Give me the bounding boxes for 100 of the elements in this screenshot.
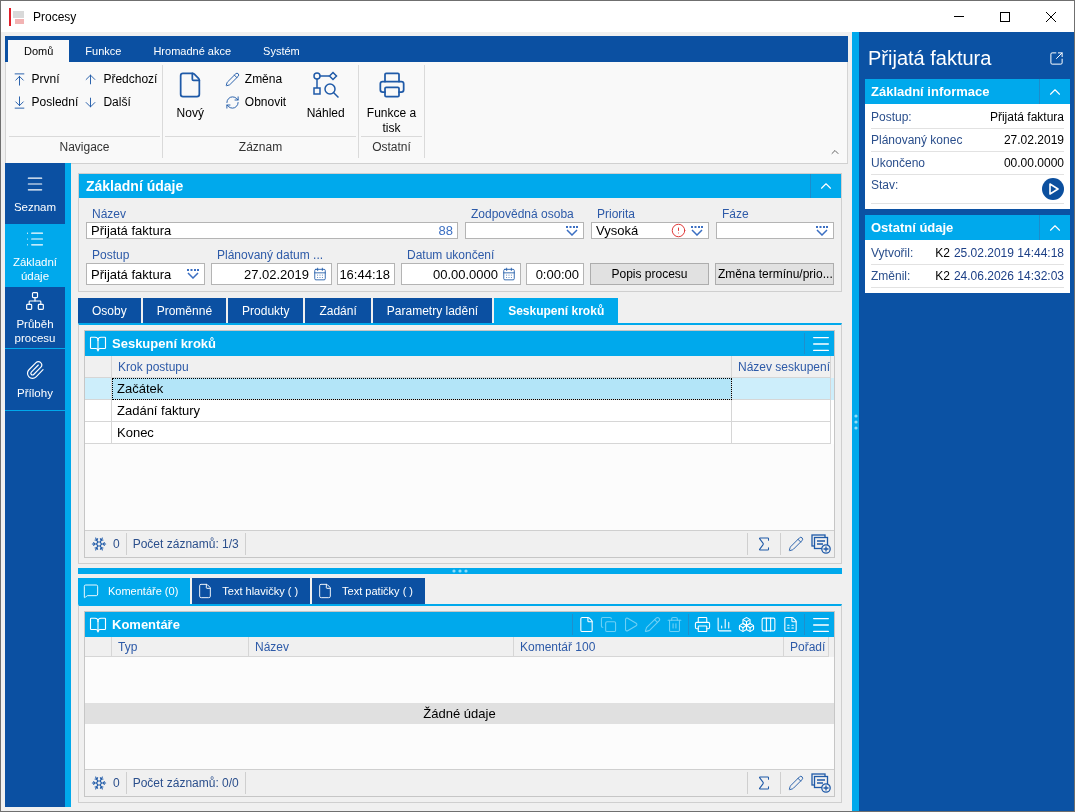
ribbon-button[interactable]: Obnovit — [222, 91, 289, 113]
field-value: 16:44:18 — [339, 266, 390, 282]
record-count: Počet záznamů: 1/3 — [132, 537, 239, 551]
cubes-icon[interactable] — [738, 616, 755, 633]
diagram-search-icon — [311, 71, 340, 99]
calendar-icon[interactable] — [502, 267, 516, 281]
user-name: K2 — [935, 269, 950, 283]
external-link-icon[interactable] — [1049, 50, 1064, 66]
dropdown-field[interactable] — [716, 222, 834, 239]
table-row[interactable]: Konec — [85, 422, 834, 444]
columns-icon[interactable] — [760, 616, 777, 633]
tab[interactable]: Osoby — [78, 298, 141, 323]
column-header[interactable]: Komentář 100 — [514, 637, 784, 657]
tab[interactable]: Produkty — [228, 298, 304, 323]
add-table-icon[interactable] — [811, 534, 831, 554]
pencil-icon — [224, 71, 240, 87]
comment-icon — [83, 583, 99, 599]
action-button[interactable]: Popis procesu — [590, 263, 709, 285]
ribbon-button[interactable]: Další — [81, 91, 160, 113]
pencil-icon[interactable] — [788, 536, 804, 552]
table-row[interactable]: Začátek — [85, 378, 834, 400]
snowflake-icon[interactable] — [91, 775, 107, 791]
page-icon — [197, 583, 214, 599]
ribbon-tab[interactable]: Hromadné akce — [137, 40, 248, 62]
grip-dots-icon[interactable] — [452, 569, 468, 573]
play-circle-icon[interactable] — [1042, 178, 1064, 200]
spreadsheet-icon[interactable] — [782, 616, 799, 633]
add-table-icon[interactable] — [811, 773, 831, 793]
field-value: Přijatá faktura — [91, 266, 172, 282]
date-field[interactable]: 27.02.2019 — [211, 263, 332, 285]
field-label: Plánovaný datum ... — [217, 247, 324, 263]
snowflake-icon[interactable] — [91, 536, 107, 552]
info-label: Vytvořil: — [871, 246, 914, 260]
user-name: K2 — [935, 246, 950, 260]
ribbon-button[interactable]: Nový — [172, 65, 209, 136]
info-label: Ukončeno — [871, 156, 926, 170]
dropdown-field[interactable]: Vysoká — [591, 222, 709, 239]
tab[interactable]: Zadání — [305, 298, 371, 323]
ribbon-group-label: Ostatní — [361, 136, 422, 158]
column-header[interactable]: Krok postupu — [112, 356, 732, 378]
pencil-icon[interactable] — [788, 775, 804, 791]
card-title: Ostatní údaje — [871, 220, 954, 235]
ribbon-button[interactable]: První — [9, 68, 81, 90]
time-field[interactable]: 0:00:00 — [526, 263, 584, 285]
empty-message: Žádné údaje — [85, 703, 834, 724]
info-value: 00.00.0000 — [1003, 156, 1064, 170]
book-icon[interactable] — [89, 334, 107, 353]
book-icon[interactable] — [89, 615, 107, 634]
bar-chart-icon[interactable] — [716, 616, 733, 633]
ribbon-group-label: Záznam — [165, 136, 356, 158]
field-value: Přijatá faktura — [91, 223, 172, 238]
input-field[interactable]: Přijatá faktura 88 — [86, 222, 458, 239]
ribbon-button[interactable]: Funkce a tisk — [361, 65, 422, 136]
info-label: Postup: — [871, 110, 912, 124]
field-value: 00.00.0000 — [432, 266, 498, 282]
time-field[interactable]: 16:44:18 — [337, 263, 395, 285]
dropdown-field[interactable] — [465, 222, 584, 239]
info-value: 27.02.2019 — [1003, 133, 1064, 147]
field-label: Datum ukončení — [407, 247, 495, 263]
ribbon-button[interactable]: Náhled — [302, 65, 349, 136]
column-header[interactable]: Název — [249, 637, 514, 657]
table-row[interactable]: Zadání faktury — [85, 400, 834, 422]
info-label: Stav: — [871, 178, 899, 192]
printer-icon[interactable] — [694, 616, 711, 633]
ribbon-group-label: Navigace — [9, 136, 160, 158]
chevron-down-icon[interactable] — [565, 225, 579, 236]
ribbon-button[interactable]: Předchozí — [81, 68, 160, 90]
filter-count: 0 — [113, 776, 120, 790]
filter-count: 0 — [113, 537, 120, 551]
calendar-icon[interactable] — [313, 267, 327, 281]
field-value: Vysoká — [596, 223, 639, 238]
ribbon-button[interactable]: Poslední — [9, 91, 81, 113]
field-label: Zodpovědná osoba — [471, 206, 574, 222]
tab[interactable]: Text hlavičky ( ) — [192, 578, 311, 604]
action-button[interactable]: Změna termínu/prio... — [715, 263, 834, 285]
page-icon — [317, 583, 334, 599]
chevron-down-icon[interactable] — [186, 269, 200, 279]
document-icon[interactable] — [578, 616, 595, 633]
dropdown-field[interactable]: Přijatá faktura — [86, 263, 205, 285]
date-field[interactable]: 00.00.0000 — [401, 263, 521, 285]
column-header[interactable]: Název seskupení — [732, 356, 831, 378]
ribbon-tab[interactable]: Systém — [247, 40, 316, 62]
timestamp: 25.02.2019 14:44:18 — [953, 246, 1064, 260]
ribbon-button[interactable]: Změna — [222, 68, 289, 90]
column-header[interactable]: Typ — [112, 637, 249, 657]
grip-dots-icon[interactable] — [853, 413, 858, 430]
arrow-down-icon — [83, 94, 99, 110]
timestamp: 24.06.2026 14:32:03 — [953, 269, 1064, 283]
ribbon-tab[interactable]: Domů — [8, 40, 70, 62]
hierarchy-icon — [25, 290, 45, 311]
chevron-down-icon[interactable] — [815, 225, 829, 236]
grid-title: Seskupení kroků — [112, 336, 217, 351]
ribbon-tab[interactable]: Funkce — [69, 40, 138, 62]
minimize-icon — [954, 16, 964, 17]
tab[interactable]: Proměnné — [142, 298, 227, 323]
app-logo-icon — [9, 7, 25, 26]
chevron-down-icon[interactable] — [690, 225, 704, 236]
column-header[interactable]: Pořadí — [784, 637, 829, 657]
tab[interactable]: Text patičky ( ) — [312, 578, 425, 604]
tab[interactable]: Parametry ladění — [372, 298, 493, 323]
